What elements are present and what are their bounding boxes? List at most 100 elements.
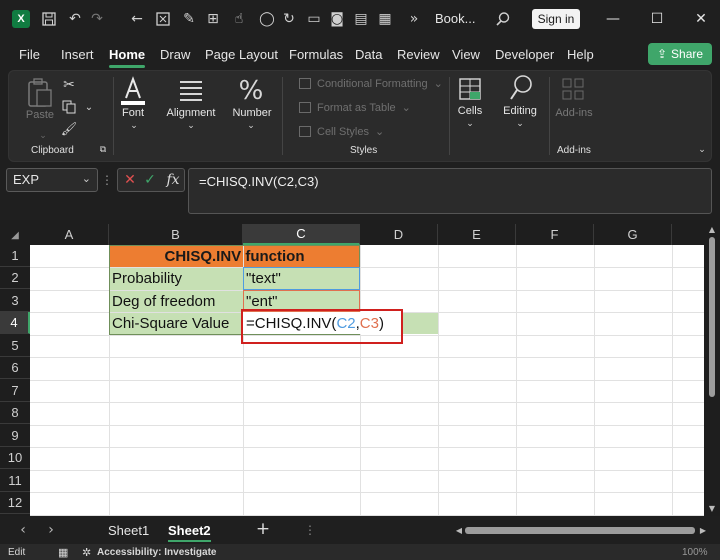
column-header-b[interactable]: B — [109, 224, 243, 245]
paste-icon[interactable] — [25, 77, 55, 109]
font-icon[interactable] — [119, 75, 147, 107]
paste-dropdown-icon[interactable]: ⌄ — [36, 131, 50, 141]
row-header-10[interactable]: 10 — [0, 447, 30, 469]
tab-insert[interactable]: Insert — [61, 47, 94, 62]
zoom-level[interactable]: 100% — [682, 547, 708, 558]
chevron-down-icon[interactable]: ⌄ — [82, 172, 91, 185]
tab-file[interactable]: File — [19, 47, 40, 62]
file-icon[interactable]: ▭ — [305, 10, 323, 28]
formula-input[interactable]: =CHISQ.INV(C2,C3) — [188, 168, 712, 214]
more-icon[interactable]: » — [405, 10, 423, 28]
add-ins-icon[interactable] — [560, 75, 586, 103]
column-header-c[interactable]: C — [243, 224, 360, 245]
tab-view[interactable]: View — [452, 47, 480, 62]
format-as-table-button[interactable]: Format as Table ⌄ — [299, 101, 411, 114]
select-all-icon[interactable]: ◢ — [8, 228, 22, 242]
alignment-icon[interactable] — [177, 77, 205, 105]
share-button[interactable]: ⇪ Share — [648, 43, 712, 65]
prev-sheet-icon[interactable]: ‹ — [16, 522, 30, 538]
scroll-down-icon[interactable]: ▼ — [706, 503, 718, 513]
sheet-tab-sheet2[interactable]: Sheet2 — [168, 523, 211, 542]
scroll-left-icon[interactable]: ◀ — [454, 523, 464, 537]
cell-grid[interactable]: CHISQ.INV function Probability "text" De… — [30, 245, 704, 516]
column-header-f[interactable]: F — [516, 224, 594, 245]
doc-icon[interactable]: ▤ — [352, 10, 370, 28]
cells-dropdown-icon[interactable]: ⌄ — [463, 119, 477, 129]
row-header-3[interactable]: 3 — [0, 290, 30, 312]
number-dropdown-icon[interactable]: ⌄ — [244, 121, 258, 131]
row-header-9[interactable]: 9 — [0, 425, 30, 447]
row-header-4[interactable]: 4 — [0, 312, 30, 334]
scroll-right-icon[interactable]: ▶ — [698, 523, 708, 537]
insert-function-icon[interactable]: fx — [164, 171, 182, 189]
cells-icon[interactable] — [457, 75, 483, 103]
tab-formulas[interactable]: Formulas — [289, 47, 343, 62]
sheet-tab-sheet1[interactable]: Sheet1 — [108, 523, 149, 538]
percent-icon[interactable]: % — [237, 75, 265, 107]
refresh-icon[interactable]: ↻ — [280, 10, 298, 28]
row-header-5[interactable]: 5 — [0, 335, 30, 357]
tab-home[interactable]: Home — [109, 47, 146, 68]
font-dropdown-icon[interactable]: ⌄ — [127, 121, 141, 131]
cancel-icon[interactable]: ✕ — [122, 172, 138, 188]
cell-b3[interactable]: Deg of freedom — [109, 290, 215, 310]
restore-button[interactable]: ☐ — [646, 8, 668, 30]
touch-icon[interactable]: ☝ — [230, 10, 248, 28]
accessibility-status[interactable]: Accessibility: Investigate — [97, 547, 217, 558]
cell-styles-button[interactable]: Cell Styles ⌄ — [299, 125, 384, 138]
redo-icon[interactable]: ↷ — [88, 10, 106, 28]
back-icon[interactable]: ← — [128, 10, 146, 28]
collapse-ribbon-icon[interactable]: ⌄ — [697, 145, 707, 155]
format-painter-icon[interactable] — [154, 10, 172, 28]
minimize-button[interactable]: — — [602, 8, 624, 30]
row-header-11[interactable]: 11 — [0, 470, 30, 492]
brush-icon[interactable]: ✎ — [180, 10, 198, 28]
tab-help[interactable]: Help — [567, 47, 594, 62]
cell-c2[interactable]: "text" — [243, 267, 281, 287]
tab-page-layout[interactable]: Page Layout — [205, 47, 278, 62]
column-header-d[interactable]: D — [360, 224, 438, 245]
cell-c3[interactable]: "ent" — [243, 290, 278, 310]
row-header-12[interactable]: 12 — [0, 492, 30, 514]
row-header-1[interactable]: 1 — [0, 245, 30, 267]
column-header-g[interactable]: G — [594, 224, 672, 245]
search-icon[interactable] — [494, 10, 512, 28]
name-box[interactable]: EXP ⌄ — [6, 168, 98, 192]
border-icon[interactable]: ⊞ — [204, 10, 222, 28]
vertical-scroll-thumb[interactable] — [709, 237, 715, 397]
tab-developer[interactable]: Developer — [495, 47, 554, 62]
row-header-7[interactable]: 7 — [0, 380, 30, 402]
column-header-e[interactable]: E — [438, 224, 516, 245]
cell-b1[interactable]: CHISQ.INV function — [109, 245, 360, 265]
camera-icon[interactable]: ◙ — [328, 10, 346, 28]
tab-review[interactable]: Review — [397, 47, 440, 62]
copy-dropdown-icon[interactable]: ⌄ — [83, 99, 95, 115]
more-vert-icon[interactable]: ⋮ — [101, 172, 113, 188]
scroll-up-icon[interactable]: ▲ — [706, 224, 718, 234]
copy-icon[interactable] — [61, 99, 77, 115]
close-button[interactable]: ✕ — [690, 8, 712, 30]
cut-icon[interactable]: ✂ — [61, 77, 77, 93]
conditional-formatting-button[interactable]: Conditional Formatting ⌄ — [299, 77, 443, 90]
photo-icon[interactable]: ▦ — [376, 10, 394, 28]
tab-draw[interactable]: Draw — [160, 47, 190, 62]
more-vert-icon[interactable]: ⋮ — [304, 522, 316, 538]
enter-icon[interactable]: ✓ — [142, 172, 158, 188]
horizontal-scroll-thumb[interactable] — [465, 527, 695, 534]
save-icon[interactable] — [40, 10, 58, 28]
alignment-dropdown-icon[interactable]: ⌄ — [184, 121, 198, 131]
next-sheet-icon[interactable]: › — [44, 522, 58, 538]
add-sheet-button[interactable]: + — [255, 519, 271, 539]
editing-search-icon[interactable] — [507, 73, 535, 103]
macro-icon[interactable]: ▦ — [58, 546, 68, 559]
undo-icon[interactable]: ↶ — [66, 10, 84, 28]
dialog-launcher-icon[interactable]: ⧉ — [98, 145, 108, 155]
circle-icon[interactable]: ◯ — [258, 10, 276, 28]
tab-data[interactable]: Data — [355, 47, 382, 62]
row-header-6[interactable]: 6 — [0, 357, 30, 379]
cell-b2[interactable]: Probability — [109, 267, 182, 287]
cell-b4[interactable]: Chi-Square Value — [109, 312, 229, 332]
column-header-a[interactable]: A — [30, 224, 109, 245]
sign-in-button[interactable]: Sign in — [532, 9, 580, 29]
row-header-8[interactable]: 8 — [0, 402, 30, 424]
